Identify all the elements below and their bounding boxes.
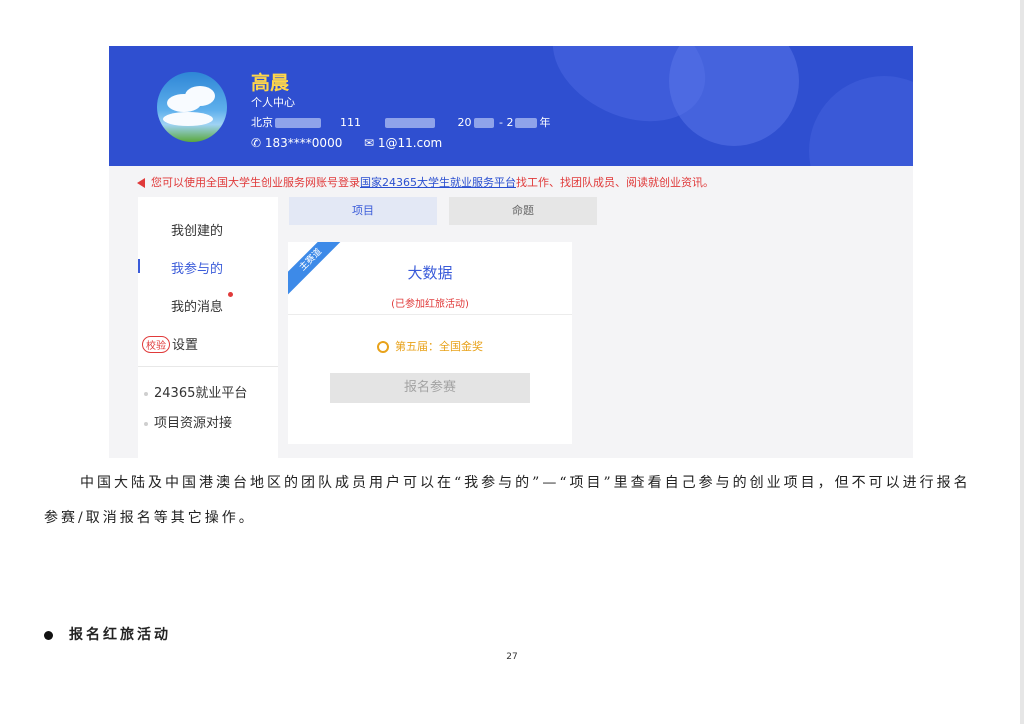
user-info-region: 北京 [251, 116, 273, 129]
project-title[interactable]: 大数据 [288, 262, 572, 283]
redacted-mask [384, 118, 435, 128]
phone-number: 183****0000 [264, 136, 343, 150]
notice-prefix: 您可以使用全国大学生创业服务网账号登录 [151, 176, 360, 189]
phone-icon: ✆ [251, 136, 262, 150]
award-text: 第五届：全国金奖 [395, 340, 483, 353]
body-paragraph: 中国大陆及中国港澳台地区的团队成员用户可以在“我参与的”—“项目”里查看自己参与… [44, 475, 971, 526]
notice-suffix: 找工作、找团队成员、阅读就创业资讯。 [516, 176, 714, 189]
speaker-icon [137, 178, 145, 188]
section-heading: 报名红旅活动 [69, 627, 171, 643]
sidebar-divider [138, 366, 278, 367]
screenshot-frame: 高晨 个人中心 北京 111 20 - 2 年 ✆ 183****0000 ✉ 1… [109, 46, 913, 458]
avatar[interactable] [157, 72, 227, 142]
personal-center-label: 个人中心 [251, 96, 295, 109]
unread-dot [228, 292, 233, 297]
verify-badge: 校验 [142, 336, 170, 353]
contact-line: ✆ 183****0000 ✉ 1@11.com [251, 136, 442, 150]
project-status: (已参加红旅活动) [391, 299, 469, 310]
sidebar-link-label: 项目资源对接 [154, 416, 233, 431]
banner-decoration [669, 46, 799, 146]
avatar-cloud [185, 86, 215, 106]
redacted-mask [473, 118, 494, 128]
user-info-id: 111 [340, 116, 361, 129]
tab-proposition[interactable]: 命题 [449, 197, 597, 225]
tab-project[interactable]: 项目 [289, 197, 437, 225]
sidebar-item-participated[interactable]: 我参与的 [171, 258, 223, 277]
sidebar-item-created[interactable]: 我创建的 [171, 220, 223, 239]
sidebar-link-resources[interactable]: 项目资源对接 [144, 412, 232, 431]
bullet-dot [44, 630, 53, 640]
banner-decoration [809, 76, 913, 166]
section-bullet: 报名红旅活动 [44, 624, 171, 644]
user-info-line: 北京 111 20 - 2 年 [251, 114, 550, 130]
sidebar-link-24365[interactable]: 24365就业平台 [144, 382, 247, 401]
card-divider [288, 314, 572, 315]
redacted-mask [275, 118, 321, 128]
user-info-year-start: 20 [457, 116, 472, 129]
user-name: 高晨 [251, 72, 290, 94]
settings-label: 设置 [172, 338, 199, 353]
page-number: 27 [506, 652, 518, 662]
mail-icon: ✉ [364, 136, 375, 150]
bullet-dot [144, 421, 148, 426]
email-address: 1@11.com [377, 136, 443, 150]
profile-banner: 高晨 个人中心 北京 111 20 - 2 年 ✆ 183****0000 ✉ 1… [109, 46, 913, 166]
bullet-dot [144, 391, 148, 396]
medal-icon [377, 341, 389, 353]
sidebar-link-label: 24365就业平台 [154, 386, 248, 401]
platform-link[interactable]: 国家24365大学生就业服务平台 [360, 176, 516, 189]
sidebar-item-settings[interactable]: 校验 设置 [142, 334, 198, 353]
project-card[interactable]: 主赛道 大数据 (已参加红旅活动) 第五届：全国金奖 报名参赛 [288, 242, 572, 444]
avatar-cloud [163, 112, 213, 126]
page-edge [1020, 0, 1024, 724]
award-line: 第五届：全国金奖 [288, 338, 572, 354]
register-button[interactable]: 报名参赛 [330, 373, 530, 403]
user-info-year-end: - 2 [499, 116, 514, 129]
notice-bar: 您可以使用全国大学生创业服务网账号登录国家24365大学生就业服务平台找工作、找… [137, 174, 714, 190]
redacted-mask [515, 118, 538, 128]
user-info-year-suffix: 年 [539, 116, 551, 129]
active-indicator [138, 259, 140, 273]
sidebar: 我创建的 我参与的 我的消息 校验 设置 24365就业平台 项目资源对接 [138, 197, 278, 458]
sidebar-item-messages[interactable]: 我的消息 [171, 296, 223, 315]
